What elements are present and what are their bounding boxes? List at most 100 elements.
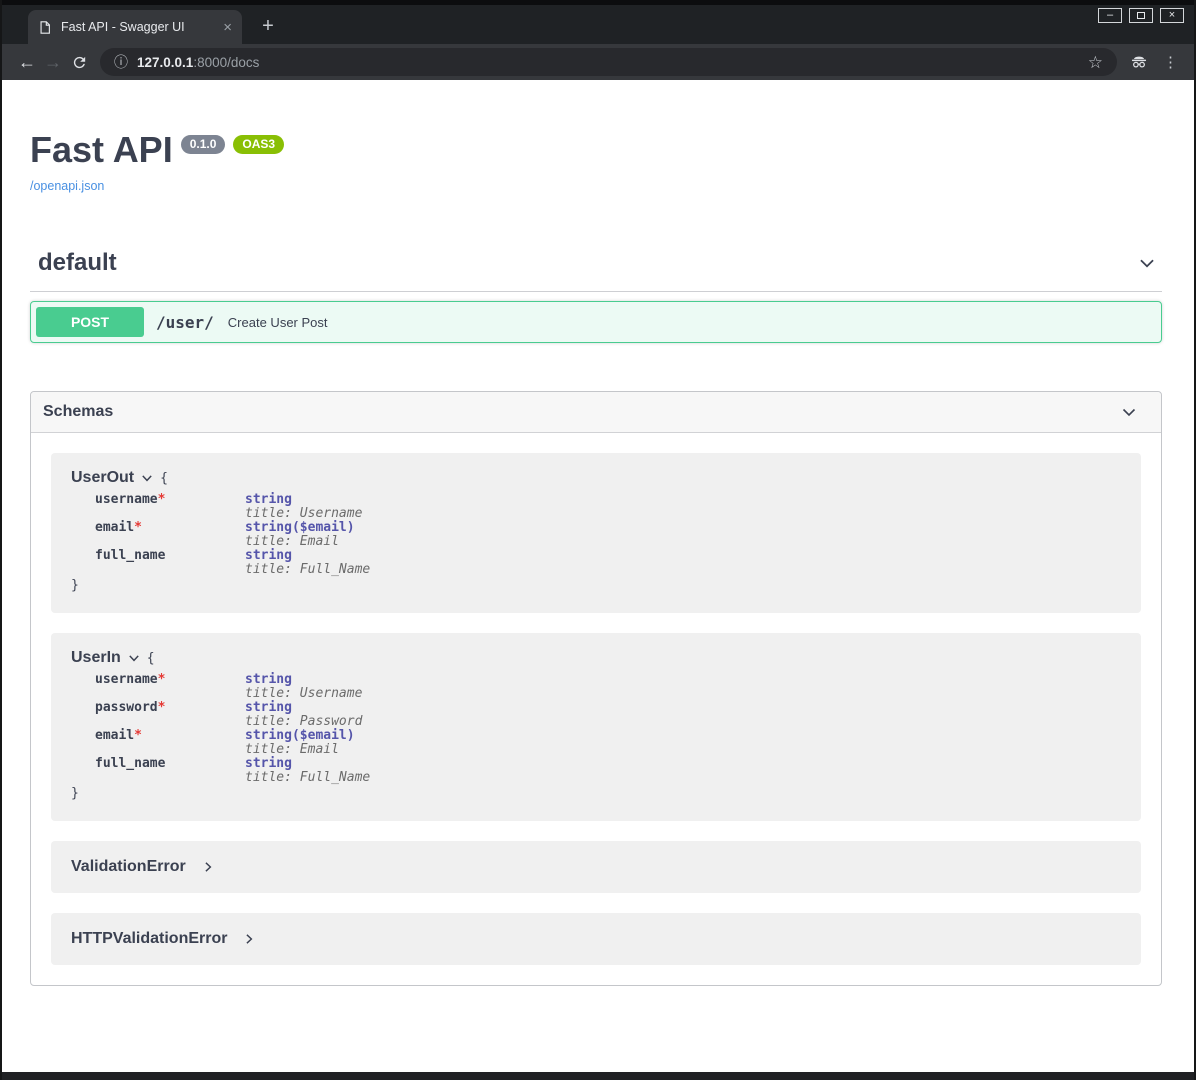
property-name: username* [95,673,245,701]
post-method-button[interactable]: POST [36,307,144,337]
property-detail: string title: Password [245,701,362,729]
property-detail: string title: Full_Name [245,757,370,785]
bookmark-star-icon[interactable]: ☆ [1088,54,1103,71]
property-title: title: Email [245,743,355,757]
openapi-spec-link[interactable]: /openapi.json [30,179,104,193]
property-row: username* string title: Username [95,673,1121,701]
property-row: full_name string title: Full_Name [95,549,1121,577]
name-text: username [95,672,158,687]
model-name: ValidationError [71,858,186,876]
minimize-button[interactable]: – [1098,8,1122,23]
browser-toolbar: ← → ⓘ 127.0.0.1:8000/docs ☆ ⋮ [2,44,1194,80]
property-detail: string title: Username [245,673,362,701]
name-text: full_name [95,756,165,771]
chevron-right-icon[interactable] [243,933,255,945]
oas3-badge: OAS3 [233,135,284,154]
browser-titlebar: – × Fast API - Swagger UI × + [2,0,1194,44]
chevron-down-icon[interactable] [128,652,140,664]
maximize-icon [1137,12,1145,19]
property-detail: string($email) title: Email [245,729,355,757]
property-detail: string title: Full_Name [245,549,370,577]
model-userout-header[interactable]: UserOut { [71,469,1121,487]
property-type: string [245,701,362,715]
name-text: email [95,520,134,535]
api-info: Fast API 0.1.0 OAS3 [30,130,1162,170]
new-tab-button[interactable]: + [254,12,282,40]
schemas-body: UserOut { username* string title: Userna… [31,433,1161,985]
model-userin-header[interactable]: UserIn { [71,649,1121,667]
property-row: email* string($email) title: Email [95,729,1121,757]
model-httpvalidationerror: HTTPValidationError [51,913,1141,965]
browser-menu-icon[interactable]: ⋮ [1163,53,1178,71]
model-httpvalidationerror-header[interactable]: HTTPValidationError [71,930,1121,948]
tag-name: default [38,249,117,277]
tab-title: Fast API - Swagger UI [61,20,214,34]
model-validationerror-header[interactable]: ValidationError [71,858,1121,876]
model-userin: UserIn { username* string title: Usernam… [51,633,1141,821]
name-text: full_name [95,548,165,563]
forward-button[interactable]: → [40,53,66,71]
property-type: string [245,673,362,687]
url-host: 127.0.0.1 [137,55,193,70]
property-detail: string title: Username [245,493,362,521]
open-brace: { [160,471,168,486]
tab-close-icon[interactable]: × [223,20,232,35]
chevron-down-icon[interactable] [141,472,153,484]
open-brace: { [147,651,155,666]
site-info-icon[interactable]: ⓘ [114,55,128,69]
property-type: string [245,757,370,771]
name-text: username [95,492,158,507]
required-star: * [134,520,142,535]
maximize-button[interactable] [1129,8,1153,23]
browser-tab[interactable]: Fast API - Swagger UI × [28,10,242,44]
property-name: email* [95,521,245,549]
property-title: title: Email [245,535,355,549]
required-star: * [158,672,166,687]
schemas-header[interactable]: Schemas [31,392,1161,433]
tag-section-default[interactable]: default [30,249,1162,292]
model-name: UserIn [71,649,121,667]
property-type: string($email) [245,521,355,535]
model-userout: UserOut { username* string title: Userna… [51,453,1141,613]
window-controls: – × [1098,8,1184,23]
incognito-icon [1127,52,1151,72]
model-validationerror: ValidationError [51,841,1141,893]
chevron-down-icon[interactable] [1136,252,1158,274]
property-title: title: Full_Name [245,563,370,577]
page-title: Fast API [30,130,173,170]
url-bar[interactable]: ⓘ 127.0.0.1:8000/docs ☆ [100,48,1117,76]
page-content: Fast API 0.1.0 OAS3 /openapi.json defaul… [2,80,1194,1072]
page-icon [38,20,52,35]
property-title: title: Username [245,687,362,701]
opblock-post-user[interactable]: POST /user/ Create User Post [30,301,1162,343]
property-row: full_name string title: Full_Name [95,757,1121,785]
property-type: string [245,549,370,563]
close-window-button[interactable]: × [1160,8,1184,23]
chevron-down-icon[interactable] [1119,402,1139,422]
property-name: full_name [95,757,245,785]
property-name: username* [95,493,245,521]
plus-icon: + [262,15,274,38]
property-type: string($email) [245,729,355,743]
url-text: 127.0.0.1:8000/docs [137,55,259,70]
close-brace: } [71,579,1121,593]
property-row: email* string($email) title: Email [95,521,1121,549]
close-brace: } [71,787,1121,801]
reload-icon [71,54,88,71]
close-icon: × [1169,10,1175,21]
operation-summary: Create User Post [228,315,328,330]
reload-button[interactable] [66,54,92,71]
browser-window: – × Fast API - Swagger UI × + ← → ⓘ 127.… [0,0,1196,1080]
property-row: password* string title: Password [95,701,1121,729]
property-list: username* string title: Username passwor… [95,673,1121,785]
property-list: username* string title: Username email* … [95,493,1121,577]
model-name: HTTPValidationError [71,930,227,948]
required-star: * [158,492,166,507]
chevron-right-icon[interactable] [202,861,214,873]
window-bottom-edge [2,1072,1194,1080]
name-text: password [95,700,158,715]
back-button[interactable]: ← [14,53,40,71]
minimize-icon: – [1107,10,1113,21]
version-badge: 0.1.0 [181,135,226,154]
property-row: username* string title: Username [95,493,1121,521]
